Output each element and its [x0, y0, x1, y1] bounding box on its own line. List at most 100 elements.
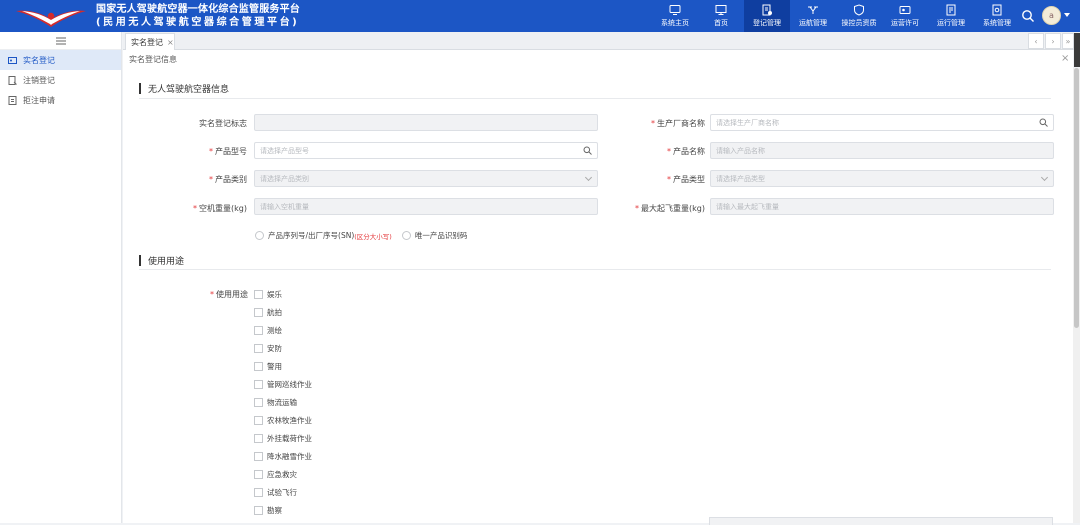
checkbox[interactable] [254, 326, 263, 335]
usage-option[interactable]: 管网巡线作业 [254, 379, 312, 390]
placeholder-text: 请输入空机重量 [260, 202, 309, 211]
usage-option[interactable]: 农林牧渔作业 [254, 415, 312, 426]
checkbox[interactable] [254, 380, 263, 389]
shield-icon [854, 4, 864, 16]
side-panel-handle[interactable] [1074, 33, 1080, 67]
chevron-down-icon [1040, 173, 1049, 182]
usage-option[interactable]: 勘察 [254, 505, 282, 516]
section-marker [139, 83, 141, 94]
document-icon [946, 4, 956, 16]
cancel-doc-icon [8, 75, 17, 85]
chevron-left-icon: ‹ [1034, 36, 1038, 46]
nav-operation-license[interactable]: 运营许可 [882, 0, 928, 32]
nav-operator-qualification[interactable]: 操控员资质 [836, 0, 882, 32]
partial-field[interactable] [709, 517, 1053, 525]
checkbox[interactable] [254, 416, 263, 425]
option-label: 外挂载荷作业 [267, 434, 312, 443]
platform-title-line1: 国家无人驾驶航空器一体化综合监管服务平台 [96, 4, 300, 15]
search-icon[interactable] [583, 146, 592, 155]
checkbox[interactable] [254, 308, 263, 317]
tab-scroll-right[interactable]: › [1045, 33, 1061, 49]
option-label: 航拍 [267, 308, 282, 317]
chevron-down-icon [584, 173, 593, 182]
type-label: * 产品类型 [667, 175, 705, 184]
tab-realname[interactable]: 实名登记 × [125, 33, 175, 50]
case-sensitive-note: (区分大小写) [354, 232, 392, 241]
max-takeoff-input[interactable]: 请输入最大起飞重量 [710, 198, 1054, 215]
nav-system-management[interactable]: 系统管理 [974, 0, 1020, 32]
checkbox[interactable] [254, 506, 263, 515]
section-usage: 使用用途 [139, 254, 184, 267]
manufacturer-input[interactable]: 请选择生产厂商名称 [710, 114, 1054, 131]
sidebar-item-reject[interactable]: 拒注申请 [0, 90, 121, 110]
sidebar: 实名登记 注销登记 拒注申请 [0, 32, 122, 523]
close-icon[interactable]: × [1061, 53, 1069, 64]
checkbox[interactable] [254, 290, 263, 299]
usage-option[interactable]: 航拍 [254, 307, 282, 318]
type-select[interactable]: 请选择产品类型 [710, 170, 1054, 187]
usage-option[interactable]: 降水融雪作业 [254, 451, 312, 462]
checkbox[interactable] [254, 434, 263, 443]
category-select[interactable]: 请选择产品类别 [254, 170, 598, 187]
hamburger-icon [55, 37, 66, 44]
label-text: 产品类别 [215, 175, 247, 184]
product-name-input[interactable]: 请输入产品名称 [710, 142, 1054, 159]
platform-title: 国家无人驾驶航空器一体化综合监管服务平台 (民用无人驾驶航空器综合管理平台) [96, 3, 300, 29]
usage-option[interactable]: 娱乐 [254, 289, 282, 300]
nav-home[interactable]: 首页 [698, 0, 744, 32]
checkbox[interactable] [254, 362, 263, 371]
usage-option[interactable]: 警用 [254, 361, 282, 372]
checkbox[interactable] [254, 344, 263, 353]
usage-option[interactable]: 物流运输 [254, 397, 297, 408]
max-takeoff-label: * 最大起飞重量(kg) [635, 204, 705, 213]
label-text: 使用用途 [216, 290, 248, 299]
usage-option[interactable]: 应急救灾 [254, 469, 297, 480]
checkbox[interactable] [254, 452, 263, 461]
usage-option[interactable]: 试验飞行 [254, 487, 297, 498]
nav-system-home[interactable]: 系统主页 [652, 0, 698, 32]
sidebar-item-realname[interactable]: 实名登记 [0, 50, 121, 70]
placeholder-text: 请选择生产厂商名称 [716, 118, 779, 127]
reg-id-label: 实名登记标志 [137, 118, 247, 129]
option-label: 试验飞行 [267, 488, 297, 497]
divider [139, 269, 1051, 270]
dashboard-icon [669, 5, 681, 15]
tab-scroll-left[interactable]: ‹ [1028, 33, 1044, 49]
nav-flight-management[interactable]: 运航管理 [790, 0, 836, 32]
main-content: 实名登记信息 × 无人驾驶航空器信息 实名登记标志 * 生产厂商名称 请选择生产厂… [123, 50, 1073, 525]
checkbox[interactable] [254, 398, 263, 407]
monitor-icon [715, 5, 727, 15]
category-label: * 产品类别 [209, 175, 247, 184]
search-icon[interactable] [1039, 118, 1048, 127]
search-icon[interactable] [1021, 9, 1035, 23]
checkbox[interactable] [254, 470, 263, 479]
usage-option[interactable]: 测绘 [254, 325, 282, 336]
tab-more[interactable]: » [1062, 33, 1074, 49]
user-avatar[interactable]: a [1042, 6, 1061, 25]
placeholder-text: 请选择产品型号 [260, 146, 309, 155]
chevron-down-icon[interactable] [1064, 13, 1070, 17]
nav-registration-management[interactable]: 登记管理 [744, 0, 790, 32]
radio-uid[interactable] [401, 231, 411, 240]
sidebar-item-label: 注销登记 [23, 75, 55, 85]
drone-icon [808, 6, 818, 14]
label-text: 产品名称 [673, 147, 705, 156]
option-label: 农林牧渔作业 [267, 416, 312, 425]
double-chevron-icon: » [1065, 36, 1071, 46]
menu-toggle[interactable] [0, 32, 121, 50]
sidebar-item-cancel[interactable]: 注销登记 [0, 70, 121, 90]
empty-weight-input[interactable]: 请输入空机重量 [254, 198, 598, 215]
usage-option[interactable]: 安防 [254, 343, 282, 354]
sidebar-item-label: 拒注申请 [23, 95, 55, 105]
close-icon[interactable]: × [167, 38, 174, 47]
usage-option[interactable]: 外挂载荷作业 [254, 433, 312, 444]
model-input[interactable]: 请选择产品型号 [254, 142, 598, 159]
option-label: 娱乐 [267, 290, 282, 299]
product-name-label: * 产品名称 [667, 147, 705, 156]
radio-sn[interactable] [255, 231, 264, 240]
top-header: 国家无人驾驶航空器一体化综合监管服务平台 (民用无人驾驶航空器综合管理平台) 系… [0, 0, 1080, 32]
placeholder-text: 请选择产品类别 [260, 174, 309, 183]
checkbox[interactable] [254, 488, 263, 497]
scrollbar-thumb[interactable] [1074, 68, 1079, 328]
nav-operation-management[interactable]: 运行管理 [928, 0, 974, 32]
